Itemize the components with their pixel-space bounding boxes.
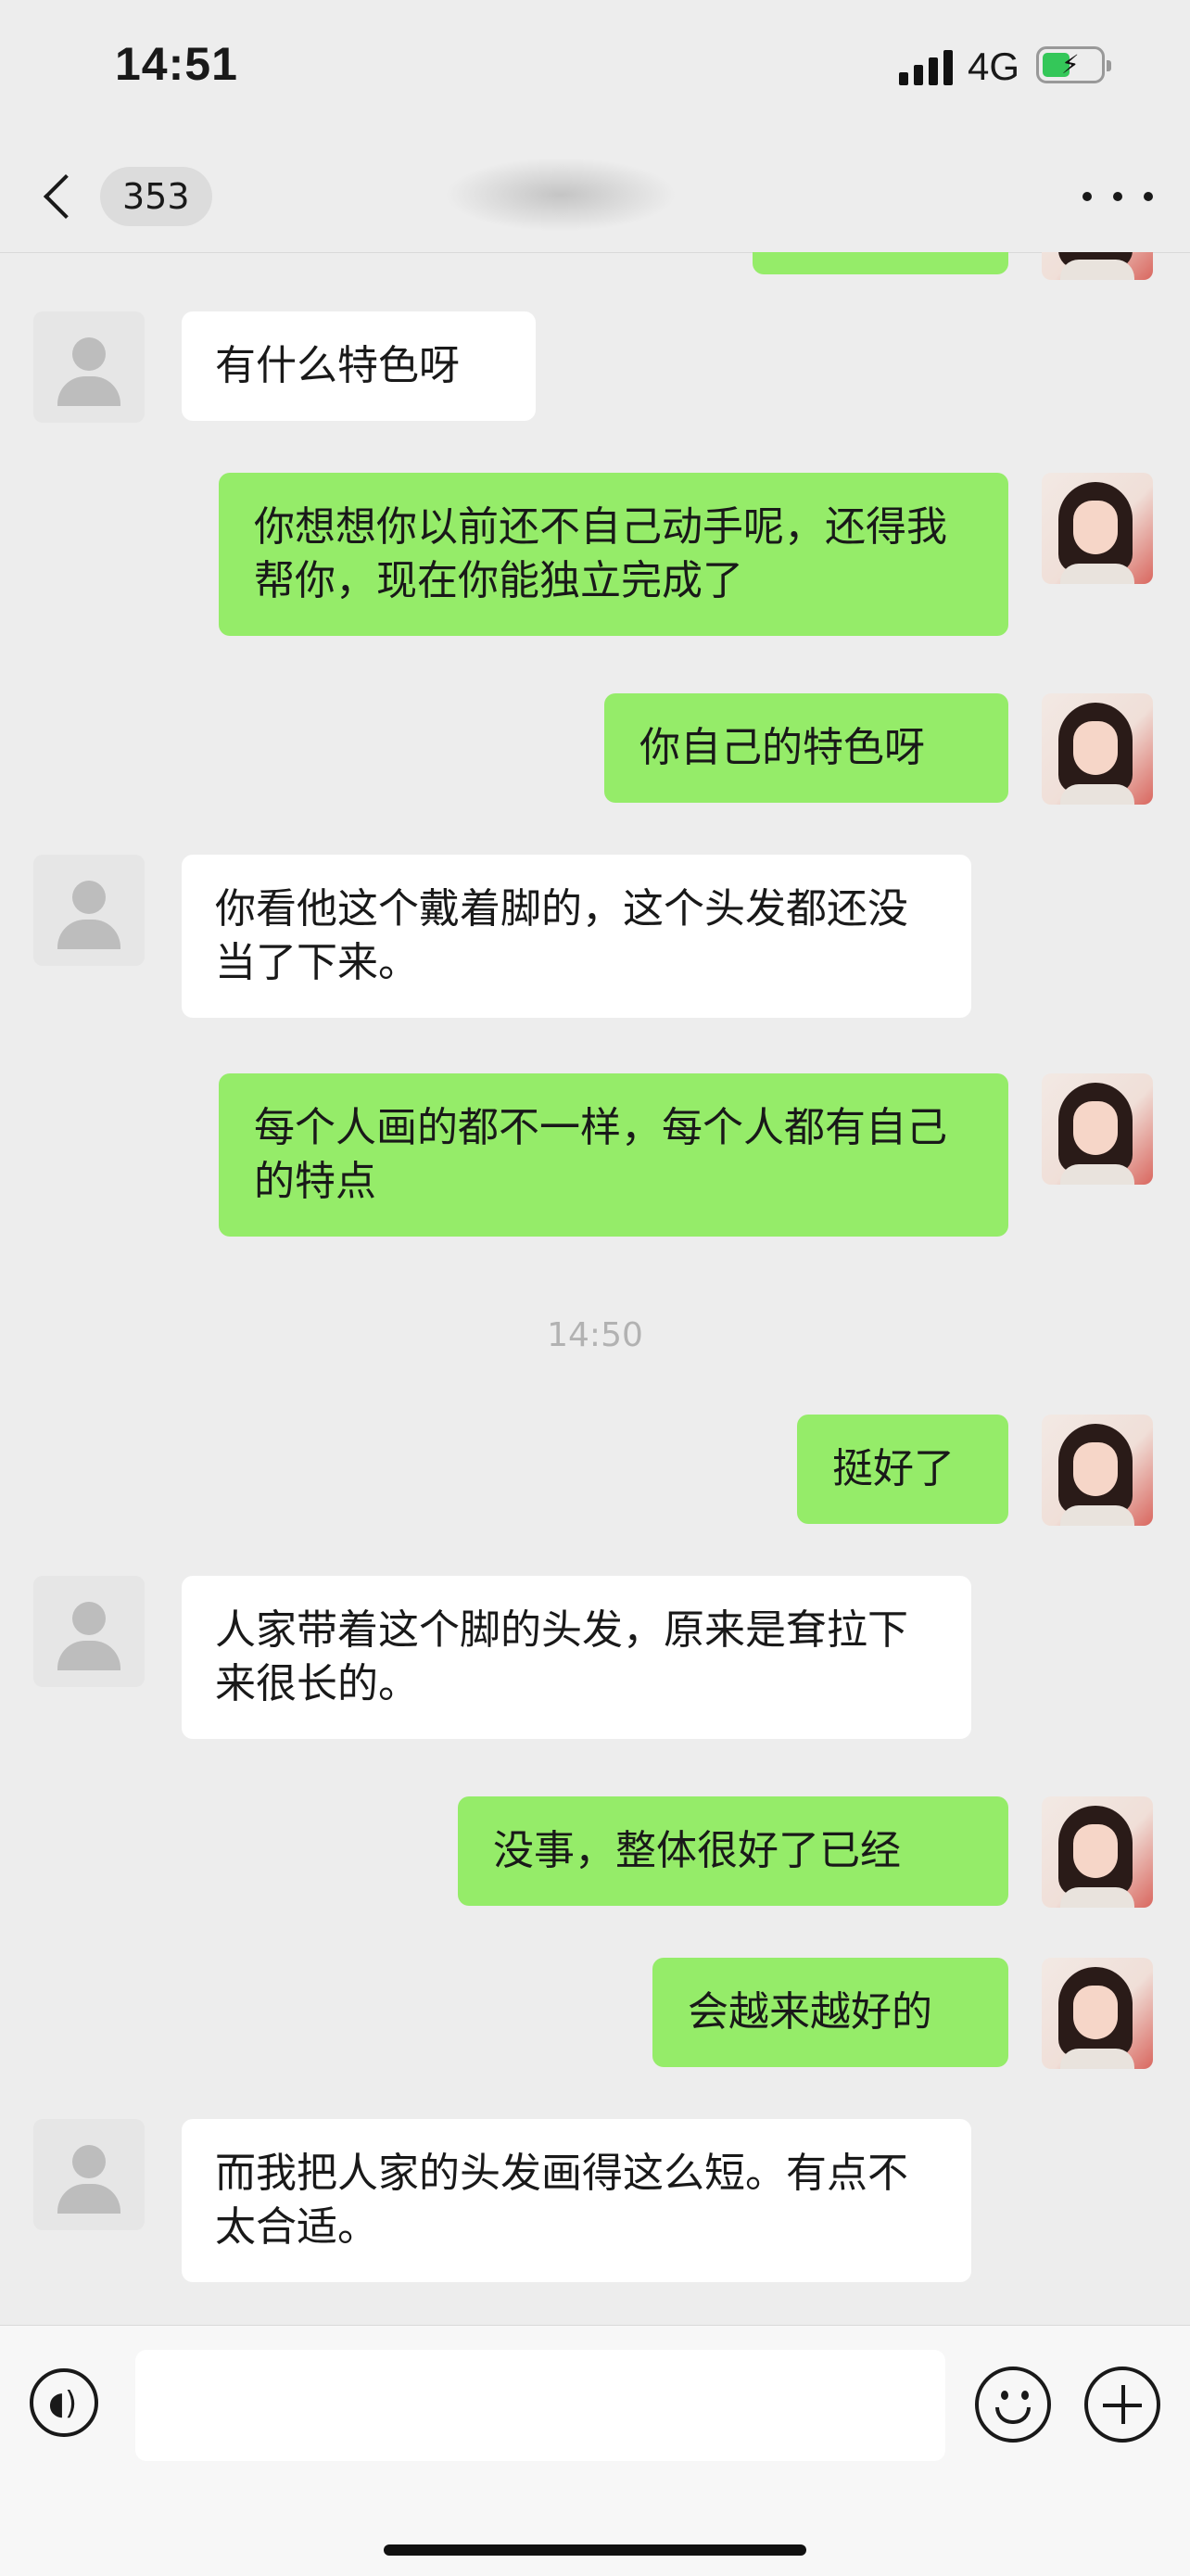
- chat-title-obscured: [445, 158, 677, 232]
- unread-count-badge: 353: [100, 167, 212, 226]
- contact-avatar[interactable]: [33, 855, 145, 966]
- signal-icon: [899, 48, 955, 85]
- input-bar: ◖): [0, 2325, 1190, 2576]
- contact-avatar[interactable]: [33, 311, 145, 423]
- message-bubble[interactable]: 你自己的特色呀: [604, 693, 1008, 803]
- message-bubble-partial: [753, 252, 1008, 274]
- message-bubble[interactable]: 你想想你以前还不自己动手呢，还得我帮你，现在你能独立完成了: [219, 473, 1008, 636]
- user-avatar[interactable]: [1042, 252, 1153, 280]
- emoji-button[interactable]: [975, 2367, 1051, 2443]
- charging-icon: ⚡: [1061, 49, 1080, 80]
- user-avatar[interactable]: [1042, 1415, 1153, 1526]
- user-avatar[interactable]: [1042, 693, 1153, 805]
- more-button[interactable]: [1082, 178, 1153, 215]
- voice-icon: ◖): [48, 2385, 78, 2422]
- status-time: 14:51: [115, 38, 238, 90]
- network-label: 4G: [968, 44, 1020, 88]
- back-button[interactable]: 353: [37, 158, 212, 235]
- chat-area[interactable]: 有什么特色呀 你想想你以前还不自己动手呢，还得我帮你，现在你能独立完成了 你自己…: [0, 252, 1190, 2325]
- message-input[interactable]: [135, 2350, 945, 2461]
- time-separator: 14:50: [547, 1316, 643, 1354]
- user-avatar[interactable]: [1042, 473, 1153, 584]
- message-bubble[interactable]: 而我把人家的头发画得这么短。有点不太合适。: [182, 2119, 971, 2282]
- message-bubble[interactable]: 有什么特色呀: [182, 311, 536, 421]
- message-bubble[interactable]: 你看他这个戴着脚的，这个头发都还没当了下来。: [182, 855, 971, 1018]
- battery-icon: ⚡: [1036, 46, 1111, 83]
- message-bubble[interactable]: 没事，整体很好了已经: [458, 1796, 1008, 1906]
- contact-avatar[interactable]: [33, 2119, 145, 2230]
- chevron-left-icon: [43, 173, 89, 220]
- user-avatar[interactable]: [1042, 1796, 1153, 1908]
- message-bubble[interactable]: 人家带着这个脚的头发，原来是耷拉下来很长的。: [182, 1576, 971, 1739]
- user-avatar[interactable]: [1042, 1958, 1153, 2069]
- message-bubble[interactable]: 挺好了: [797, 1415, 1008, 1524]
- emoji-icon: [1001, 2391, 1008, 2400]
- status-bar: 14:51 4G ⚡: [0, 0, 1190, 139]
- contact-avatar[interactable]: [33, 1576, 145, 1687]
- nav-bar: 353: [0, 139, 1190, 253]
- message-bubble[interactable]: 每个人画的都不一样，每个人都有自己的特点: [219, 1073, 1008, 1237]
- message-bubble[interactable]: 会越来越好的: [652, 1958, 1008, 2067]
- plus-button[interactable]: [1084, 2367, 1160, 2443]
- user-avatar[interactable]: [1042, 1073, 1153, 1185]
- voice-button[interactable]: ◖): [30, 2368, 98, 2437]
- home-indicator: [384, 2544, 806, 2556]
